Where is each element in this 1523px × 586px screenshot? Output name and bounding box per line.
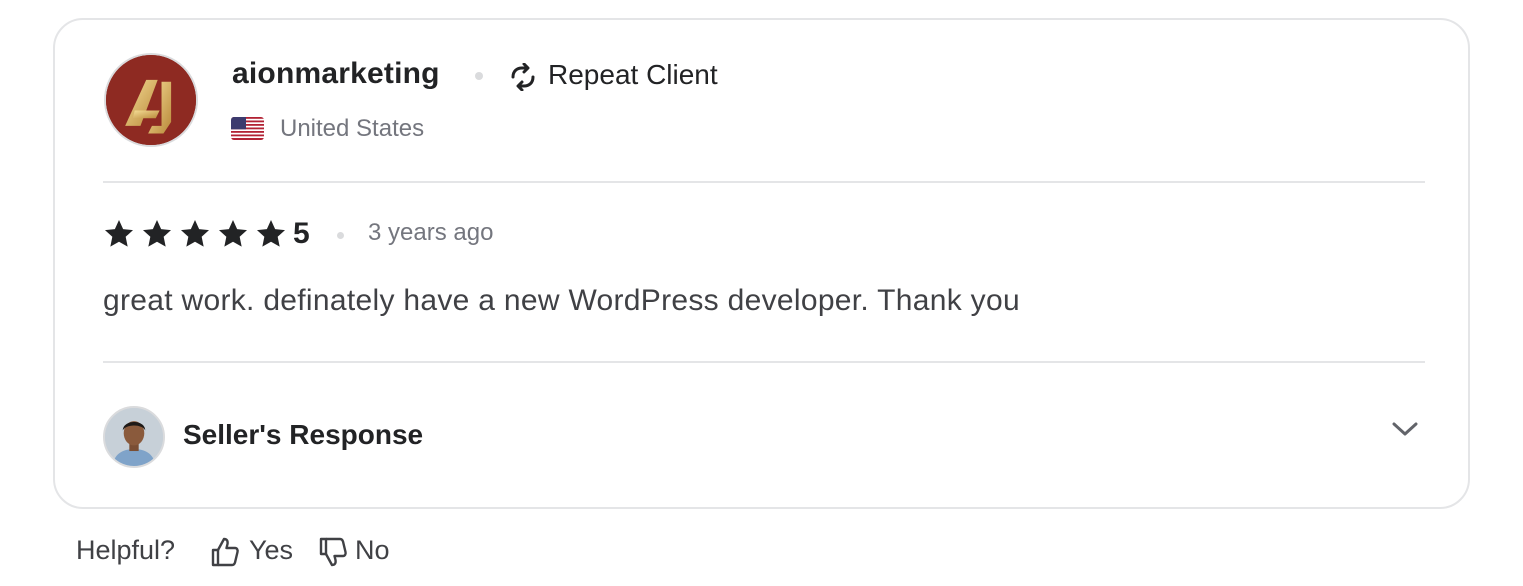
star-rating [103, 218, 287, 250]
star-icon [181, 220, 209, 247]
reviewer-avatar[interactable] [104, 53, 198, 147]
reviewer-username[interactable]: aionmarketing [232, 57, 440, 91]
divider [103, 361, 1425, 363]
separator-dot [475, 72, 483, 80]
helpful-no-button[interactable]: No [355, 535, 390, 566]
helpful-yes-button[interactable]: Yes [249, 535, 293, 566]
thumbs-up-icon[interactable] [209, 536, 241, 568]
review-card: aionmarketing Repeat Client United State… [53, 18, 1470, 509]
star-icon [143, 220, 171, 247]
repeat-icon [511, 63, 535, 91]
thumbs-down-icon[interactable] [317, 536, 349, 568]
review-time: 3 years ago [368, 219, 494, 246]
helpful-prompt: Helpful? [76, 535, 176, 565]
reviewer-country: United States [280, 115, 425, 142]
star-icon [105, 220, 133, 247]
star-icon [219, 220, 247, 247]
repeat-client-badge: Repeat Client [548, 59, 718, 90]
us-flag-icon [231, 117, 264, 140]
seller-response-toggle[interactable]: Seller's Response [183, 419, 423, 451]
separator-dot [337, 232, 344, 239]
chevron-down-icon[interactable] [1390, 417, 1420, 441]
seller-avatar [103, 406, 165, 468]
aion-logo-icon [106, 55, 196, 145]
review-text: great work. definately have a new WordPr… [103, 284, 1020, 317]
star-icon [257, 220, 285, 247]
divider [103, 181, 1425, 183]
rating-value: 5 [293, 217, 310, 250]
